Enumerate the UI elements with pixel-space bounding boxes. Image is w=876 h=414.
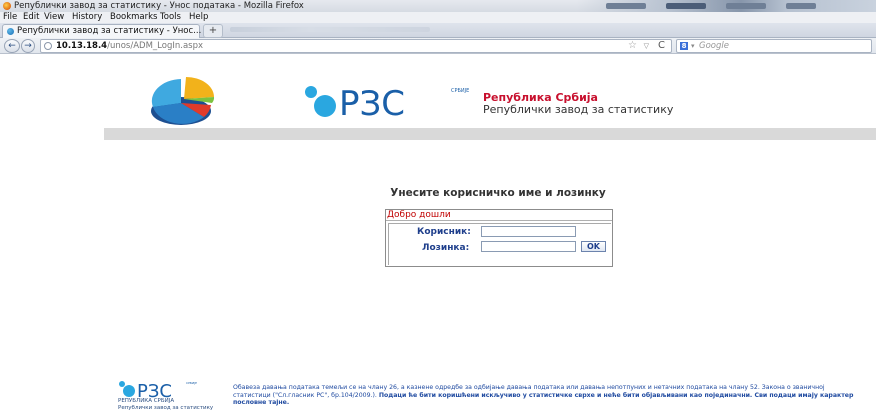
window-title: Републички завод за статистику - Унос по… [14,1,304,11]
welcome-message: Добро дошли [386,210,612,221]
menu-view[interactable]: View [44,12,64,23]
menu-bar: File Edit View History Bookmarks Tools H… [0,12,876,23]
username-label: Корисник: [417,227,471,237]
footer-legal-notice: Обавеза давања података темељи се на чла… [233,384,863,407]
menu-tools[interactable]: Tools [160,12,181,23]
login-panel: Добро дошли Корисник: Лозинка: OK [385,209,613,267]
tab-strip-blur [230,27,430,32]
search-placeholder: Google [699,41,729,51]
globe-icon [44,42,52,50]
rzs-logo-icon: РЗС СРБИЈЕ [305,84,469,118]
blurred-tab-c [726,3,766,9]
address-url[interactable]: 10.13.18.4/unos/ADM_LogIn.aspx [56,40,203,52]
search-engine-icon[interactable]: 8 [680,42,688,50]
bookmark-star-icon[interactable]: ☆ [628,40,637,52]
logo-small-text: СРБИЈЕ [451,88,469,94]
back-button[interactable]: ← [4,39,20,53]
menu-help[interactable]: Help [189,12,208,23]
site-favicon-icon [7,28,14,35]
window-titlebar: Републички завод за статистику - Унос по… [0,0,876,12]
footer-org-line-2: Републички завод за статистику [118,405,214,411]
username-input[interactable] [481,226,576,237]
blurred-tab-b [666,3,706,9]
window-controls[interactable] [576,0,876,12]
footer-org: РЕПУБЛИКА СРБИЈА Републички завод за ста… [118,398,213,412]
firefox-icon [3,2,11,10]
footer-logo-text: РЗС [137,381,172,398]
tab-active[interactable]: Републички завод за статистику - Унос... [2,24,202,38]
search-bar[interactable]: 8 ▾ Google [676,39,872,53]
footer-logo-icon: РЗС СРБИЈЕ [119,381,197,398]
address-bar[interactable]: 10.13.18.4/unos/ADM_LogIn.aspx ☆ ▽ C [40,39,672,53]
blurred-tab-a [606,3,646,9]
reload-icon[interactable]: C [658,40,665,52]
org-name: Република Србија Републички завод за ста… [483,92,673,116]
blurred-tab-d [786,3,816,9]
navigation-bar: ← → 10.13.18.4/unos/ADM_LogIn.aspx ☆ ▽ C… [0,38,876,54]
forward-button[interactable]: → [21,39,35,53]
login-form: Корисник: Лозинка: OK [388,223,611,265]
footer-logo-small: СРБИЈЕ [186,381,197,385]
history-dropdown-icon[interactable]: ▽ [644,40,649,52]
footer-org-line-1: РЕПУБЛИКА СРБИЈА [118,398,175,404]
tab-label: Републички завод за статистику - Унос... [17,26,202,36]
password-input[interactable] [481,241,576,252]
password-label: Лозинка: [422,243,470,253]
new-tab-button[interactable]: + [203,24,223,38]
pie-chart-logo-icon [151,77,215,125]
tab-strip: Републички завод за статистику - Унос...… [0,23,876,38]
login-prompt: Унесите корисничко име и лозинку [390,187,606,199]
org-line-2: Републички завод за статистику [483,103,674,116]
header-divider [104,128,876,140]
menu-history[interactable]: History [72,12,102,23]
menu-bookmarks[interactable]: Bookmarks [110,12,158,23]
search-engine-dropdown-icon[interactable]: ▾ [691,40,695,52]
ok-button[interactable]: OK [581,241,606,252]
menu-edit[interactable]: Edit [23,12,39,23]
logo-text: РЗС [339,84,405,118]
menu-file[interactable]: File [3,12,17,23]
